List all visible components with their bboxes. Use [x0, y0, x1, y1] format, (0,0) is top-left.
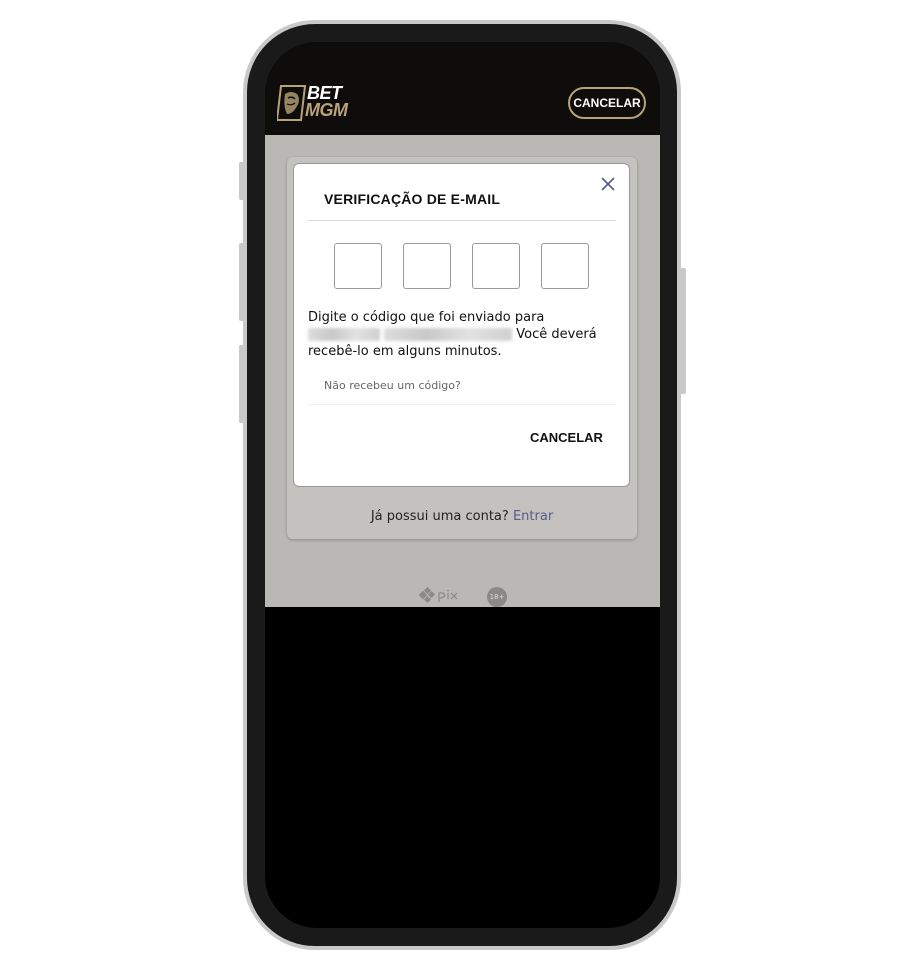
code-digit-2[interactable] — [403, 243, 451, 289]
login-prompt: Já possui uma conta? Entrar — [287, 509, 637, 524]
pix-logo-icon — [418, 587, 458, 604]
resend-code-link[interactable]: Não recebeu um código? — [324, 379, 461, 392]
redacted-email — [308, 328, 380, 341]
age-18-badge: 18+ — [487, 587, 507, 607]
logo-text-mgm: MGM — [305, 100, 348, 120]
verification-message: Digite o código que foi enviado para Voc… — [308, 309, 618, 360]
redacted-email-continued — [384, 328, 513, 341]
code-digit-3[interactable] — [472, 243, 520, 289]
login-link[interactable]: Entrar — [513, 509, 553, 524]
message-part-1: Digite o código que foi enviado para — [308, 310, 545, 325]
modal-divider — [308, 220, 616, 221]
modal-cancel-button[interactable]: CANCELAR — [530, 430, 603, 445]
code-digit-1[interactable] — [334, 243, 382, 289]
betmgm-logo[interactable]: BET MGM — [277, 84, 357, 122]
phone-screen: BET MGM CANCELAR Já possui uma conta? En… — [265, 42, 660, 928]
registration-background: Já possui uma conta? Entrar VERIFICAÇÃO … — [265, 135, 660, 607]
modal-divider-bottom — [308, 404, 616, 405]
footer-badges: 18+ — [265, 583, 660, 607]
close-icon[interactable] — [600, 176, 616, 192]
modal-title: VERIFICAÇÃO DE E-MAIL — [324, 191, 501, 207]
code-digit-4[interactable] — [541, 243, 589, 289]
email-verification-modal: VERIFICAÇÃO DE E-MAIL Digite o código qu… — [293, 163, 630, 487]
lion-logo-icon — [277, 85, 307, 121]
top-bar: BET MGM CANCELAR — [265, 42, 660, 135]
login-prompt-text: Já possui uma conta? — [370, 509, 509, 524]
header-cancel-button[interactable]: CANCELAR — [568, 87, 646, 119]
